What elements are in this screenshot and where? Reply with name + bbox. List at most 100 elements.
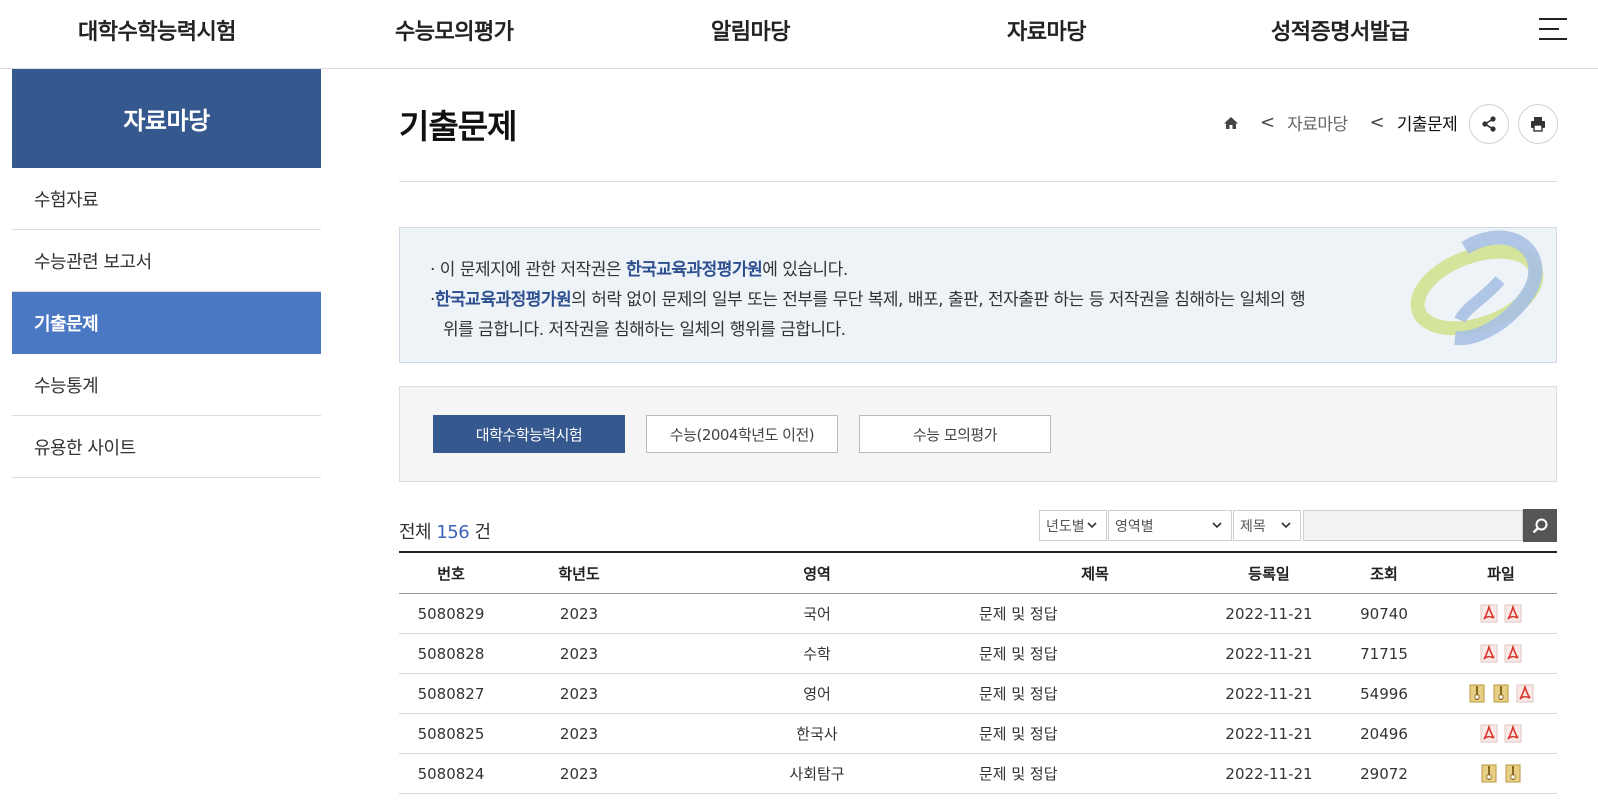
pdf-file-icon[interactable] bbox=[1480, 644, 1498, 663]
notice-line-3: 위를 금합니다. 저작권을 침해하는 일체의 행위를 금합니다. bbox=[443, 320, 846, 340]
table-row[interactable]: 5080824 2023 사회탐구 문제 및 정답 2022-11-21 29072 bbox=[399, 754, 1557, 794]
row-date: 2022-11-21 bbox=[1225, 604, 1313, 623]
row-views: 54996 bbox=[1360, 684, 1408, 703]
row-views: 20496 bbox=[1360, 724, 1408, 743]
print-icon bbox=[1531, 117, 1545, 132]
zip-file-icon[interactable] bbox=[1492, 684, 1510, 703]
area-filter-select[interactable]: 영역별 bbox=[1108, 510, 1232, 541]
row-date: 2022-11-21 bbox=[1225, 644, 1313, 663]
search-icon bbox=[1532, 518, 1548, 533]
row-views: 90740 bbox=[1360, 604, 1408, 623]
chevron-left-icon: < bbox=[1260, 112, 1276, 133]
copyright-notice: · 이 문제지에 관한 저작권은 한국교육과정평가원에 있습니다. ·한국교육과… bbox=[399, 227, 1557, 363]
search-input[interactable] bbox=[1303, 510, 1523, 541]
pdf-file-icon[interactable] bbox=[1480, 724, 1498, 743]
pdf-file-icon[interactable] bbox=[1504, 644, 1522, 663]
row-files bbox=[1449, 714, 1553, 753]
title-divider bbox=[399, 181, 1557, 182]
row-year: 2023 bbox=[559, 724, 599, 743]
row-year: 2023 bbox=[559, 764, 599, 783]
hamburger-menu-icon[interactable] bbox=[1539, 18, 1567, 40]
row-views: 71715 bbox=[1360, 644, 1408, 663]
chevron-down-icon bbox=[1212, 522, 1222, 529]
zip-file-icon[interactable] bbox=[1480, 764, 1498, 783]
exam-category-tabs: 대학수학능력시험 수능(2004학년도 이전) 수능 모의평가 bbox=[399, 386, 1557, 482]
tab-csat[interactable]: 대학수학능력시험 bbox=[433, 415, 625, 453]
sidebar-item-past-exams[interactable]: 기출문제 bbox=[12, 292, 321, 354]
total-count: 전체 156 건 bbox=[399, 522, 491, 543]
chevron-down-icon bbox=[1087, 522, 1097, 529]
pdf-file-icon[interactable] bbox=[1516, 684, 1534, 703]
nav-item-resources[interactable]: 자료마당 bbox=[1007, 14, 1086, 46]
row-files bbox=[1449, 594, 1553, 633]
home-icon[interactable] bbox=[1222, 114, 1240, 132]
sidebar-item-useful-sites[interactable]: 유용한 사이트 bbox=[12, 416, 321, 478]
exam-table: 번호 학년도 영역 제목 등록일 조회 파일 5080829 2023 국어 문제 및… bbox=[399, 551, 1557, 794]
notice-line-2: ·한국교육과정평가원의 허락 없이 문제의 일부 또는 전부를 무단 복제, 배… bbox=[430, 290, 1306, 310]
column-header-area: 영역 bbox=[803, 564, 831, 583]
sidebar-heading: 자료마당 bbox=[12, 69, 321, 168]
column-header-year: 학년도 bbox=[558, 564, 600, 583]
kice-logo-watermark bbox=[1410, 230, 1544, 346]
row-area: 한국사 bbox=[796, 725, 838, 743]
row-files bbox=[1449, 674, 1553, 713]
nav-item-csat[interactable]: 대학수학능력시험 bbox=[78, 14, 236, 46]
nav-item-notice[interactable]: 알림마당 bbox=[711, 14, 790, 46]
sidebar-item-exam-materials[interactable]: 수험자료 bbox=[12, 168, 321, 230]
breadcrumb-item-current: 기출문제 bbox=[1396, 115, 1458, 135]
sidebar-item-reports[interactable]: 수능관련 보고서 bbox=[12, 230, 321, 292]
row-date: 2022-11-21 bbox=[1225, 724, 1313, 743]
row-number: 5080829 bbox=[417, 604, 485, 623]
row-title-link[interactable]: 문제 및 정답 bbox=[939, 714, 1251, 753]
nav-item-certificate[interactable]: 성적증명서발급 bbox=[1271, 14, 1410, 46]
row-area: 사회탐구 bbox=[789, 765, 845, 783]
table-row[interactable]: 5080827 2023 영어 문제 및 정답 2022-11-21 54996 bbox=[399, 674, 1557, 714]
column-header-file: 파일 bbox=[1487, 564, 1515, 583]
table-body: 5080829 2023 국어 문제 및 정답 2022-11-21 90740 50808… bbox=[399, 594, 1557, 794]
share-icon bbox=[1482, 116, 1496, 132]
search-button[interactable] bbox=[1523, 509, 1557, 542]
row-area: 국어 bbox=[803, 605, 831, 623]
print-button[interactable] bbox=[1518, 104, 1558, 144]
share-button[interactable] bbox=[1469, 104, 1509, 144]
row-year: 2023 bbox=[559, 684, 599, 703]
search-field-select[interactable]: 제목 bbox=[1233, 510, 1301, 541]
row-year: 2023 bbox=[559, 604, 599, 623]
breadcrumb: < 자료마당 < 기출문제 bbox=[1222, 110, 1479, 135]
nav-item-mock-exam[interactable]: 수능모의평가 bbox=[395, 14, 514, 46]
row-title-link[interactable]: 문제 및 정답 bbox=[939, 634, 1251, 673]
row-number: 5080827 bbox=[417, 684, 485, 703]
row-area: 수학 bbox=[803, 645, 831, 663]
row-year: 2023 bbox=[559, 644, 599, 663]
column-header-title: 제목 bbox=[1081, 564, 1109, 583]
notice-line-1: · 이 문제지에 관한 저작권은 한국교육과정평가원에 있습니다. bbox=[430, 260, 848, 280]
row-title-link[interactable]: 문제 및 정답 bbox=[939, 754, 1251, 793]
pdf-file-icon[interactable] bbox=[1480, 604, 1498, 623]
row-title-link[interactable]: 문제 및 정답 bbox=[939, 594, 1251, 633]
row-views: 29072 bbox=[1360, 764, 1408, 783]
pdf-file-icon[interactable] bbox=[1504, 724, 1522, 743]
row-files bbox=[1449, 754, 1553, 793]
sidebar-item-statistics[interactable]: 수능통계 bbox=[12, 354, 321, 416]
table-row[interactable]: 5080825 2023 한국사 문제 및 정답 2022-11-21 20496 bbox=[399, 714, 1557, 754]
year-filter-select[interactable]: 년도별 bbox=[1039, 510, 1107, 541]
table-row[interactable]: 5080829 2023 국어 문제 및 정답 2022-11-21 90740 bbox=[399, 594, 1557, 634]
tab-csat-before-2004[interactable]: 수능(2004학년도 이전) bbox=[646, 415, 838, 453]
breadcrumb-item-resources[interactable]: 자료마당 bbox=[1287, 110, 1348, 135]
tab-mock-exam[interactable]: 수능 모의평가 bbox=[859, 415, 1051, 453]
chevron-left-icon: < bbox=[1369, 112, 1385, 133]
row-area: 영어 bbox=[803, 685, 831, 703]
column-header-number: 번호 bbox=[437, 564, 465, 583]
row-date: 2022-11-21 bbox=[1225, 764, 1313, 783]
row-title-link[interactable]: 문제 및 정답 bbox=[939, 674, 1251, 713]
table-row[interactable]: 5080828 2023 수학 문제 및 정답 2022-11-21 71715 bbox=[399, 634, 1557, 674]
row-number: 5080828 bbox=[417, 644, 485, 663]
top-navigation: 대학수학능력시험 수능모의평가 알림마당 자료마당 성적증명서발급 bbox=[0, 0, 1598, 69]
sidebar-menu: 수험자료 수능관련 보고서 기출문제 수능통계 유용한 사이트 bbox=[12, 168, 321, 478]
pdf-file-icon[interactable] bbox=[1504, 604, 1522, 623]
row-number: 5080824 bbox=[417, 764, 485, 783]
row-files bbox=[1449, 634, 1553, 673]
zip-file-icon[interactable] bbox=[1468, 684, 1486, 703]
page-title: 기출문제 bbox=[399, 107, 517, 146]
zip-file-icon[interactable] bbox=[1504, 764, 1522, 783]
